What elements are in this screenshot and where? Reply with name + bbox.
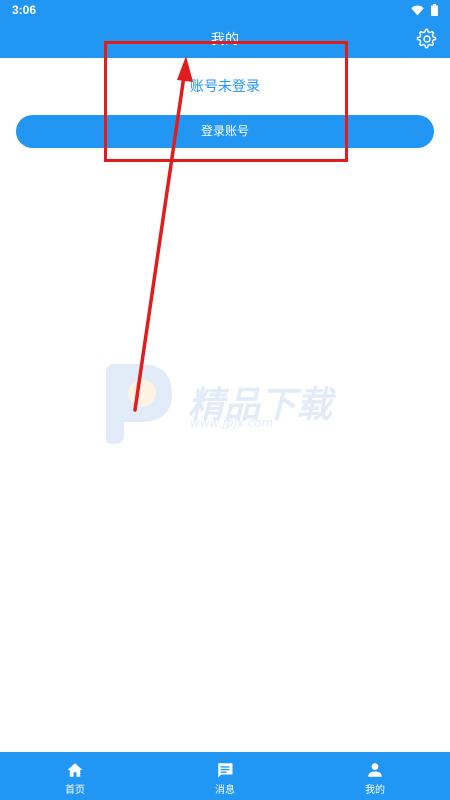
watermark: 精品下载 www.jpjx.com [100, 360, 360, 450]
home-icon [67, 763, 83, 777]
gear-icon [416, 28, 437, 49]
watermark-url: www.jpjx.com [190, 416, 274, 430]
app-bar: 我的 [0, 20, 450, 58]
watermark-logo-icon [106, 364, 172, 444]
nav-label-home: 首页 [65, 785, 85, 796]
nav-item-messages[interactable]: 消息 [150, 752, 300, 800]
nav-item-mine[interactable]: 我的 [300, 752, 450, 800]
message-icon [218, 763, 233, 778]
wifi-icon [411, 5, 424, 15]
login-status-text: 账号未登录 [190, 79, 260, 95]
person-icon [368, 763, 382, 777]
nav-label-messages: 消息 [215, 785, 235, 796]
nav-label-mine: 我的 [365, 785, 385, 796]
status-icons [411, 4, 438, 16]
status-bar: 3:06 [0, 0, 450, 20]
nav-item-home[interactable]: 首页 [0, 752, 150, 800]
bottom-nav: 首页 消息 我的 [0, 752, 450, 800]
page-title: 我的 [211, 32, 239, 48]
status-time: 3:06 [12, 3, 37, 17]
settings-button[interactable] [416, 28, 438, 50]
login-button[interactable]: 登录账号 [16, 115, 434, 148]
battery-icon [431, 4, 438, 16]
